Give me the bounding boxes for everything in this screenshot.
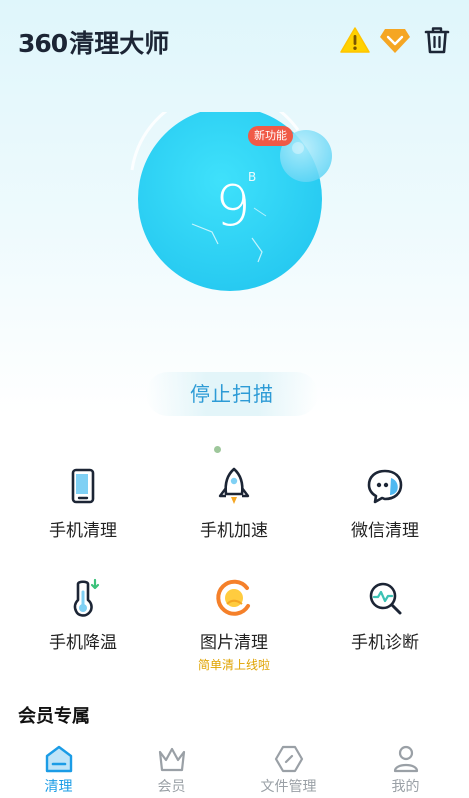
feature-label: 手机诊断: [351, 633, 419, 653]
logo-number: 360: [18, 29, 68, 58]
nav-label: 我的: [391, 779, 420, 795]
file-manage-icon: [274, 745, 304, 773]
feature-label: 手机加速: [200, 521, 268, 541]
rocket-icon: [218, 467, 250, 504]
logo-text: 清理大师: [69, 29, 170, 58]
feature-image-clean[interactable]: 图片清理 简单清上线啦: [156, 574, 312, 672]
scan-size-unit: B: [248, 170, 257, 184]
nav-tab-clean[interactable]: 清理: [0, 740, 117, 798]
scan-size-value: 9: [215, 174, 251, 239]
nav-label: 清理: [44, 779, 73, 795]
scan-ball: 9 B: [120, 112, 350, 312]
feature-label: 微信清理: [351, 521, 419, 541]
bottom-nav: 清理 会员 文件管理 我的: [0, 740, 469, 798]
image-clean-icon: [216, 579, 250, 616]
clean-home-icon: [45, 745, 73, 773]
feature-label: 图片清理: [200, 633, 268, 653]
warning-icon[interactable]: [338, 24, 372, 56]
feature-label: 手机降温: [49, 633, 117, 653]
page-indicator-dot: [214, 446, 221, 453]
nav-tab-profile[interactable]: 我的: [347, 740, 464, 798]
feature-phone-boost[interactable]: 手机加速: [156, 462, 312, 552]
feature-subtitle: 简单清上线啦: [197, 658, 270, 672]
app-logo: 360清理大师: [18, 24, 169, 60]
vip-diamond-icon[interactable]: [378, 24, 412, 56]
wechat-clean-icon: [367, 469, 403, 504]
feature-phone-diagnose[interactable]: 手机诊断: [307, 574, 463, 664]
profile-icon: [393, 745, 419, 773]
feature-wechat-clean[interactable]: 微信清理: [307, 462, 463, 552]
phone-clean-icon: [71, 468, 95, 504]
feature-label: 手机清理: [49, 521, 117, 541]
app-header: 360清理大师: [0, 0, 469, 80]
feature-phone-cool[interactable]: 手机降温: [5, 574, 161, 664]
feature-phone-clean[interactable]: 手机清理: [5, 462, 161, 552]
nav-label: 文件管理: [260, 779, 317, 795]
diagnose-icon: [369, 582, 402, 615]
nav-label: 会员: [157, 779, 186, 795]
member-section-title: 会员专属: [18, 706, 90, 727]
nav-tab-files[interactable]: 文件管理: [230, 740, 347, 798]
thermometer-icon: [73, 578, 100, 617]
nav-tab-member[interactable]: 会员: [113, 740, 230, 798]
new-feature-badge: 新功能: [248, 126, 293, 146]
trash-icon[interactable]: [420, 24, 454, 56]
crown-icon: [158, 747, 186, 772]
stop-scan-button[interactable]: 停止扫描: [146, 372, 318, 416]
